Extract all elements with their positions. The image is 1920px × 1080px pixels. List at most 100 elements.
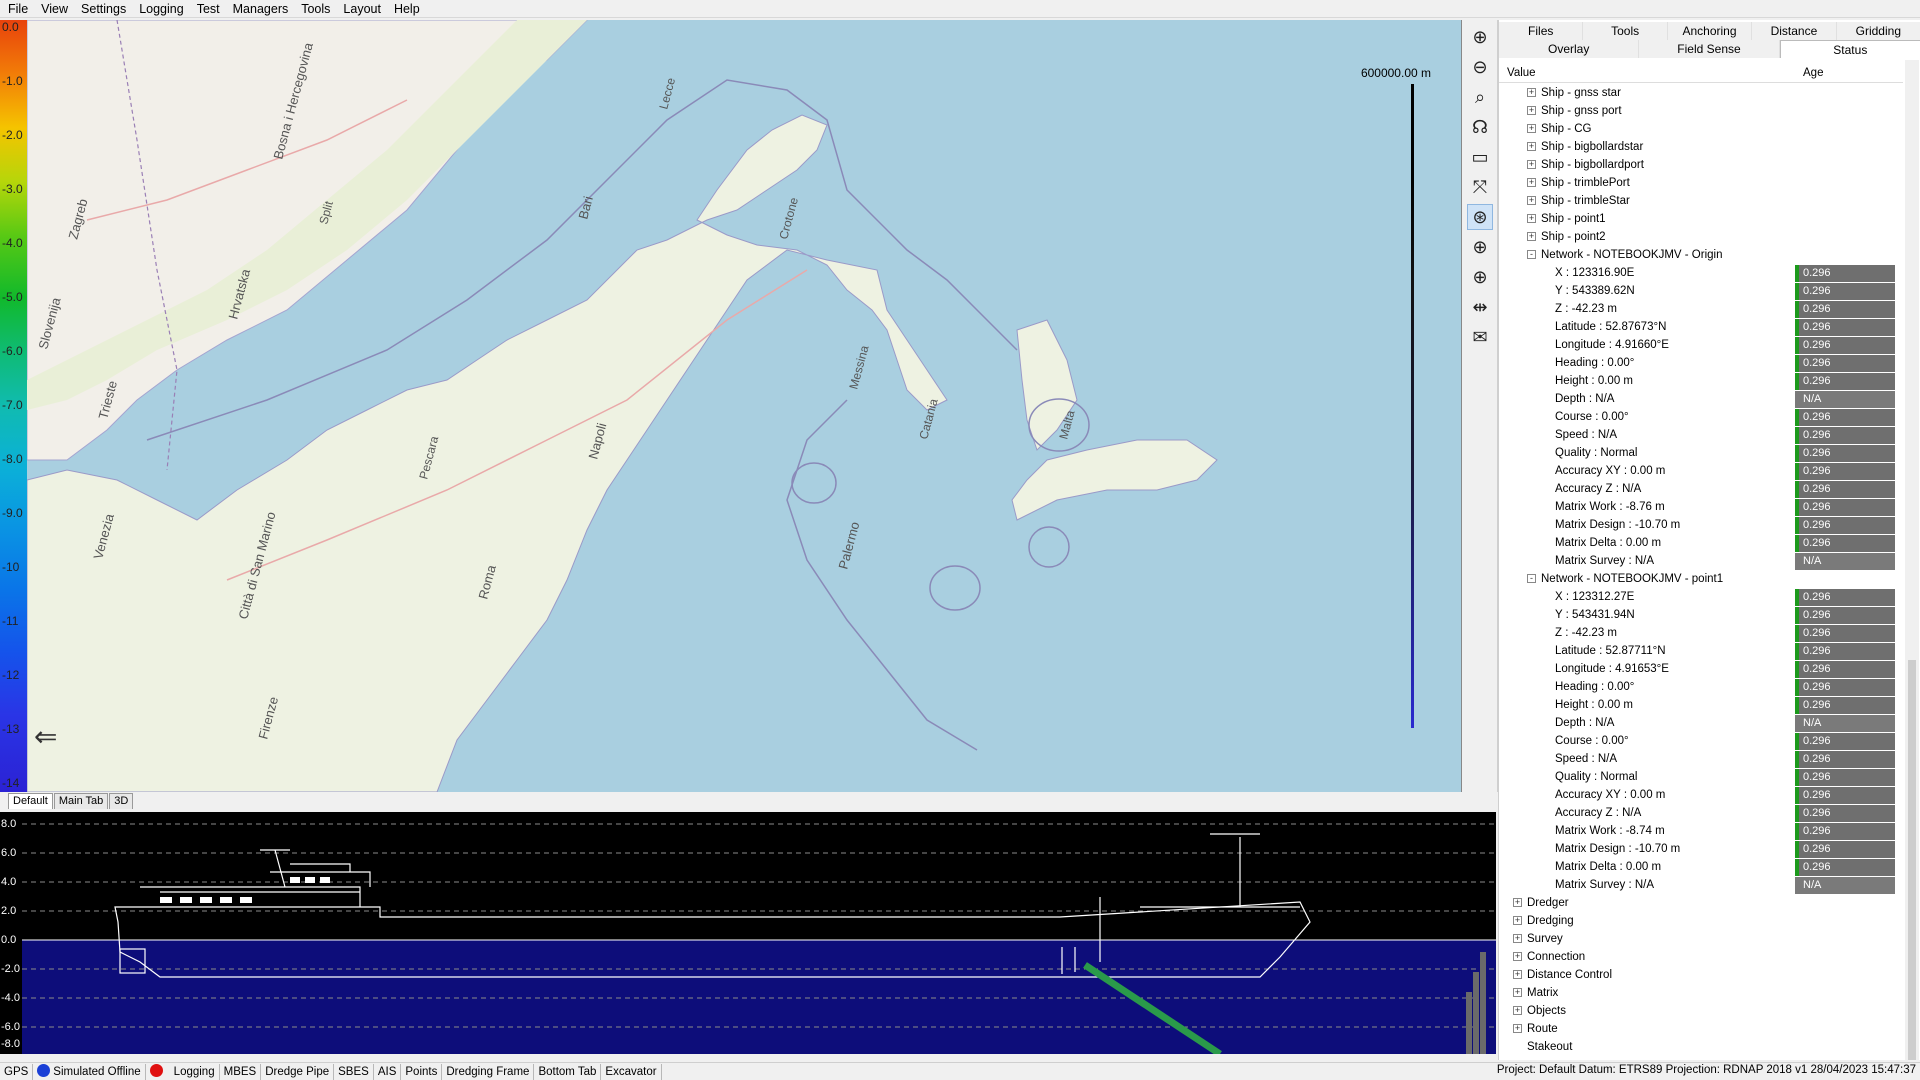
map-view[interactable]: Zagreb Bosna i Hercegovina Hrvatska Slov…: [27, 20, 1462, 792]
expand-icon[interactable]: +: [1527, 196, 1536, 205]
tree-row[interactable]: + Ship - trimblePort: [1499, 174, 1903, 192]
tree-row[interactable]: Accuracy XY : 0.00 m 0.296: [1499, 786, 1903, 804]
zoom-out-icon[interactable]: ⊖: [1467, 54, 1493, 80]
tree-row[interactable]: Matrix Survey : N/A N/A: [1499, 876, 1903, 894]
distance-icon[interactable]: ⇹: [1467, 294, 1493, 320]
tree-row[interactable]: + Ship - gnss star: [1499, 84, 1903, 102]
tree-row[interactable]: Quality : Normal 0.296: [1499, 768, 1903, 786]
menu-help[interactable]: Help: [394, 2, 420, 16]
menu-managers[interactable]: Managers: [233, 2, 289, 16]
status-tree[interactable]: + Ship - gnss star + Ship - gnss port + Ship …: [1499, 84, 1903, 1060]
menu-logging[interactable]: Logging: [139, 2, 184, 16]
tree-row[interactable]: Stakeout: [1499, 1038, 1903, 1056]
status-logging[interactable]: Logging: [170, 1063, 220, 1080]
tab-distance-control[interactable]: Distance Control: [1752, 22, 1837, 56]
tree-row[interactable]: Matrix Survey : N/A N/A: [1499, 552, 1903, 570]
status-mbes[interactable]: MBES: [220, 1063, 262, 1080]
status-log-dot[interactable]: [146, 1063, 170, 1080]
tree-row[interactable]: Matrix Delta : 0.00 m 0.296: [1499, 858, 1903, 876]
tree-row[interactable]: Matrix Work : -8.74 m 0.296: [1499, 822, 1903, 840]
tree-row[interactable]: Height : 0.00 m 0.296: [1499, 696, 1903, 714]
tree-row[interactable]: - Network - NOTEBOOKJMV - Origin: [1499, 246, 1903, 264]
expand-icon[interactable]: +: [1513, 934, 1522, 943]
tab-anchoring[interactable]: Anchoring: [1668, 22, 1753, 40]
menu-view[interactable]: View: [41, 2, 68, 16]
extent-icon[interactable]: ⤧: [1467, 174, 1493, 200]
tree-row[interactable]: Longitude : 4.91660°E 0.296: [1499, 336, 1903, 354]
tree-row[interactable]: Accuracy XY : 0.00 m 0.296: [1499, 462, 1903, 480]
tree-row[interactable]: + Distance Control: [1499, 966, 1903, 984]
tree-row[interactable]: + Connection: [1499, 948, 1903, 966]
tree-row[interactable]: Speed : N/A 0.296: [1499, 750, 1903, 768]
target-icon[interactable]: ⊕: [1467, 234, 1493, 260]
tree-row[interactable]: - Network - NOTEBOOKJMV - point1: [1499, 570, 1903, 588]
tree-row[interactable]: Height : 0.00 m 0.296: [1499, 372, 1903, 390]
scrollbar-thumb[interactable]: [1908, 660, 1916, 1060]
tree-row[interactable]: + Ship - point2: [1499, 228, 1903, 246]
zoom-in-icon[interactable]: ⊕: [1467, 24, 1493, 50]
tab-default[interactable]: Default: [8, 793, 53, 809]
tree-row[interactable]: Accuracy Z : N/A 0.296: [1499, 804, 1903, 822]
expand-icon[interactable]: +: [1527, 106, 1536, 115]
tree-row[interactable]: Matrix Design : -10.70 m 0.296: [1499, 840, 1903, 858]
collapse-icon[interactable]: -: [1527, 574, 1536, 583]
tab-overlay[interactable]: Overlay: [1499, 40, 1640, 58]
col-value[interactable]: Value: [1499, 63, 1795, 82]
status-dredge-pipe[interactable]: Dredge Pipe: [261, 1063, 335, 1080]
tree-row[interactable]: Y : 543389.62N 0.296: [1499, 282, 1903, 300]
expand-icon[interactable]: +: [1513, 1024, 1522, 1033]
status-ais[interactable]: AIS: [374, 1063, 402, 1080]
expand-icon[interactable]: +: [1513, 952, 1522, 961]
tree-row[interactable]: Speed : N/A 0.296: [1499, 426, 1903, 444]
tree-row[interactable]: Z : -42.23 m 0.296: [1499, 624, 1903, 642]
expand-icon[interactable]: +: [1513, 916, 1522, 925]
tree-row[interactable]: Depth : N/A N/A: [1499, 714, 1903, 732]
tree-row[interactable]: Y : 543431.94N 0.296: [1499, 606, 1903, 624]
expand-icon[interactable]: +: [1527, 178, 1536, 187]
expand-icon[interactable]: +: [1513, 1006, 1522, 1015]
tree-row[interactable]: X : 123312.27E 0.296: [1499, 588, 1903, 606]
tree-row[interactable]: Latitude : 52.87711°N 0.296: [1499, 642, 1903, 660]
tree-row[interactable]: Course : 0.00° 0.296: [1499, 408, 1903, 426]
status-dredging-frame[interactable]: Dredging Frame: [442, 1063, 535, 1080]
tree-row[interactable]: Matrix Work : -8.76 m 0.296: [1499, 498, 1903, 516]
tab-3d[interactable]: 3D: [109, 793, 134, 809]
tree-row[interactable]: Accuracy Z : N/A 0.296: [1499, 480, 1903, 498]
zoom-fit-icon[interactable]: ⌕: [1467, 84, 1493, 110]
tree-scrollbar[interactable]: [1905, 60, 1919, 1060]
tree-row[interactable]: Z : -42.23 m 0.296: [1499, 300, 1903, 318]
tab-main[interactable]: Main Tab: [53, 793, 109, 809]
tree-row[interactable]: + Ship - bigbollardport: [1499, 156, 1903, 174]
expand-icon[interactable]: +: [1513, 898, 1522, 907]
tree-row[interactable]: Quality : Normal 0.296: [1499, 444, 1903, 462]
menu-layout[interactable]: Layout: [343, 2, 381, 16]
status-sbes[interactable]: SBES: [334, 1063, 374, 1080]
expand-icon[interactable]: +: [1527, 142, 1536, 151]
tree-row[interactable]: + Dredger: [1499, 894, 1903, 912]
expand-icon[interactable]: +: [1513, 988, 1522, 997]
tree-row[interactable]: + Ship - bigbollardstar: [1499, 138, 1903, 156]
side-view[interactable]: 8.0 6.0 4.0 2.0 0.0 -2.0 -4.0 -6.0 -8.0: [0, 812, 1496, 1054]
tree-row[interactable]: + Ship - gnss port: [1499, 102, 1903, 120]
tree-row[interactable]: Matrix Delta : 0.00 m 0.296: [1499, 534, 1903, 552]
tab-field-sense[interactable]: Field Sense: [1639, 40, 1780, 58]
menu-test[interactable]: Test: [197, 2, 220, 16]
tab-status[interactable]: Status: [1779, 40, 1920, 58]
ruler-icon[interactable]: ▭: [1467, 144, 1493, 170]
status-gps[interactable]: GPS: [0, 1063, 34, 1080]
menu-tools[interactable]: Tools: [301, 2, 330, 16]
menu-file[interactable]: File: [8, 2, 28, 16]
tab-gridding[interactable]: Gridding: [1837, 22, 1920, 40]
mail-icon[interactable]: ✉: [1467, 324, 1493, 350]
tree-row[interactable]: Latitude : 52.87673°N 0.296: [1499, 318, 1903, 336]
center-on-ship-icon[interactable]: ⊛: [1467, 204, 1493, 230]
tree-row[interactable]: Matrix Design : -10.70 m 0.296: [1499, 516, 1903, 534]
col-age[interactable]: Age: [1795, 63, 1903, 82]
status-points[interactable]: Points: [401, 1063, 443, 1080]
tree-row[interactable]: + Ship - trimbleStar: [1499, 192, 1903, 210]
expand-icon[interactable]: +: [1527, 124, 1536, 133]
tree-row[interactable]: + Survey: [1499, 930, 1903, 948]
tree-row[interactable]: + Matrix: [1499, 984, 1903, 1002]
tree-row[interactable]: Heading : 0.00° 0.296: [1499, 678, 1903, 696]
tree-row[interactable]: Longitude : 4.91653°E 0.296: [1499, 660, 1903, 678]
